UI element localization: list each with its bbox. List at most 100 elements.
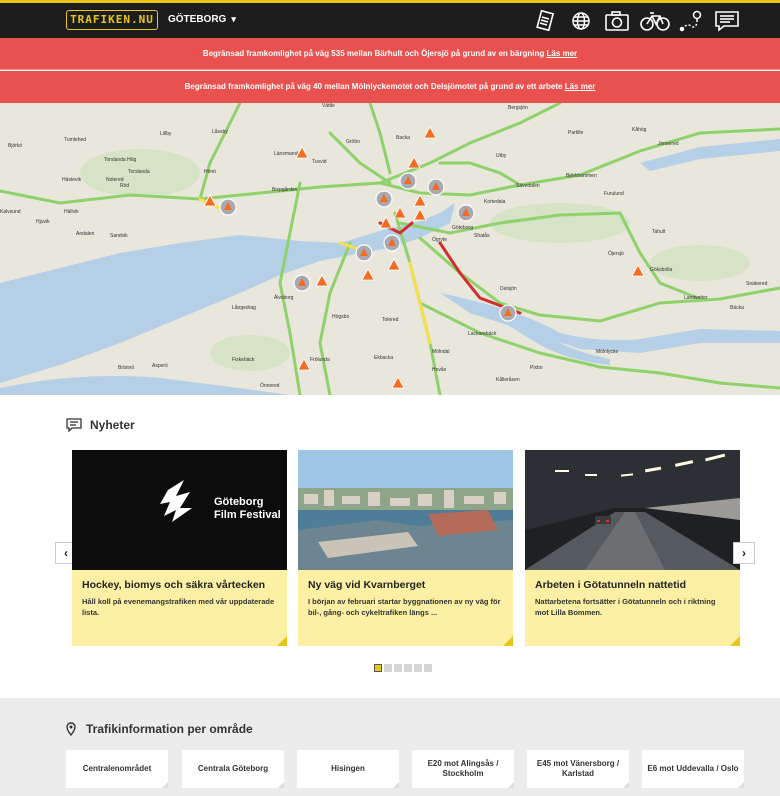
- area-button-centrala-goteborg[interactable]: Centrala Göteborg: [182, 750, 284, 788]
- area-label: E6 mot Uddevalla / Oslo: [647, 764, 739, 773]
- svg-text:Bispgården: Bispgården: [272, 186, 298, 193]
- area-label: E45 mot Vänersborg / Karlstad: [536, 759, 620, 778]
- svg-text:Ekbacka: Ekbacka: [374, 355, 393, 361]
- area-button-centralen[interactable]: Centralenområdet: [66, 750, 168, 788]
- camera-icon[interactable]: [604, 9, 630, 33]
- area-label: Centralenområdet: [82, 764, 152, 773]
- svg-text:Shatås: Shatås: [474, 232, 490, 239]
- svg-text:Torslanda: Torslanda: [128, 169, 150, 175]
- logo-text-line-2: Film Festival: [214, 509, 281, 521]
- svg-text:Vättle: Vättle: [322, 103, 335, 109]
- area-button-e6[interactable]: E6 mot Uddevalla / Oslo: [642, 750, 744, 788]
- svg-text:Bäcka: Bäcka: [730, 305, 744, 311]
- svg-text:Tahult: Tahult: [652, 229, 666, 235]
- news-title[interactable]: Ny väg vid Kvarnberget: [308, 579, 425, 591]
- svg-text:Högsbo: Högsbo: [332, 314, 349, 320]
- traffic-info-heading-label: Trafikinformation per område: [86, 722, 253, 736]
- news-card[interactable]: Göteborg Film Festival Hockey, biomys oc…: [72, 450, 287, 646]
- svg-text:Delsjön: Delsjön: [500, 286, 517, 292]
- svg-text:Snäkered: Snäkered: [746, 281, 768, 287]
- news-image: Göteborg Film Festival: [72, 450, 287, 570]
- logo[interactable]: TRAFIKEN.NU: [66, 10, 158, 30]
- news-card[interactable]: Ny väg vid Kvarnberget I början av febru…: [298, 450, 513, 646]
- svg-text:Björkhammen: Björkhammen: [566, 173, 597, 179]
- route-icon[interactable]: [678, 9, 704, 33]
- card-corner: [277, 636, 287, 646]
- news-image: [298, 450, 513, 570]
- svg-text:Göksbolla: Göksbolla: [650, 267, 672, 273]
- carousel-dot[interactable]: [394, 664, 402, 672]
- svg-text:Låssby: Låssby: [212, 128, 228, 135]
- news-excerpt: I början av februari startar byggnatione…: [308, 597, 501, 617]
- svg-text:Lackarebäck: Lackarebäck: [468, 331, 497, 337]
- carousel-dot[interactable]: [384, 664, 392, 672]
- news-card[interactable]: Arbeten i Götatunneln nattetid Nattarbet…: [525, 450, 740, 646]
- carousel-dot[interactable]: [414, 664, 422, 672]
- ticket-icon[interactable]: [532, 9, 558, 33]
- svg-text:Kortedala: Kortedala: [484, 199, 506, 205]
- svg-text:Partille: Partille: [568, 130, 584, 136]
- svg-text:Lillby: Lillby: [160, 131, 172, 137]
- alert-text: Begränsad framkomlighet på väg 535 mella…: [202, 49, 545, 58]
- read-more-link[interactable]: Läs mer: [565, 82, 596, 91]
- traffic-info-section: Trafikinformation per område Centralenom…: [0, 698, 780, 796]
- svg-text:Mölnlycke: Mölnlycke: [596, 349, 618, 355]
- chevron-down-icon: ▾: [231, 14, 236, 24]
- news-excerpt: Håll koll på evenemangstrafiken med vår …: [82, 597, 275, 617]
- logo-text-line-1: Göteborg: [214, 496, 264, 508]
- location-pin-icon: [66, 722, 76, 736]
- globe-icon[interactable]: [568, 9, 594, 33]
- svg-text:Hönö: Hönö: [204, 169, 216, 175]
- svg-text:Andalen: Andalen: [76, 231, 95, 237]
- svg-text:Hovås: Hovås: [432, 366, 447, 373]
- carousel-dot[interactable]: [424, 664, 432, 672]
- svg-text:Hällvik: Hällvik: [64, 209, 79, 215]
- carousel-next-button[interactable]: ›: [733, 542, 755, 564]
- area-button-e45[interactable]: E45 mot Vänersborg / Karlstad: [527, 750, 629, 788]
- news-title[interactable]: Arbeten i Götatunneln nattetid: [535, 579, 686, 591]
- city-label: GÖTEBORG: [168, 14, 227, 25]
- svg-text:Mölndal: Mölndal: [432, 349, 450, 355]
- traffic-info-heading: Trafikinformation per område: [66, 722, 253, 736]
- message-icon[interactable]: [714, 9, 740, 33]
- svg-text:Frölunda: Frölunda: [310, 357, 330, 363]
- svg-text:Tolered: Tolered: [382, 317, 399, 323]
- traffic-alert: Begränsad framkomlighet på väg 40 mellan…: [0, 71, 780, 103]
- svg-text:Gröbo: Gröbo: [346, 139, 360, 145]
- traffic-map[interactable]: Bergsjön Vättle Partille Kåhög Jonsered Tum…: [0, 103, 780, 395]
- news-title[interactable]: Hockey, biomys och säkra vårtecken: [82, 579, 265, 591]
- svg-text:Hästevik: Hästevik: [62, 177, 82, 183]
- svg-text:Älvsborg: Älvsborg: [274, 294, 294, 301]
- card-corner: [730, 636, 740, 646]
- svg-text:Sävedalen: Sävedalen: [516, 183, 540, 189]
- area-label: Centrala Göteborg: [197, 764, 269, 773]
- read-more-link[interactable]: Läs mer: [546, 49, 577, 58]
- svg-text:Landvetter: Landvetter: [684, 295, 708, 301]
- svg-text:Tumlehed: Tumlehed: [64, 137, 86, 143]
- news-heading: Nyheter: [66, 418, 135, 432]
- svg-text:Utby: Utby: [496, 153, 507, 159]
- svg-text:Kålleråsen: Kålleråsen: [496, 376, 520, 383]
- svg-text:Brännö: Brännö: [118, 365, 134, 371]
- svg-text:Kåhög: Kåhög: [632, 126, 647, 133]
- carousel-dot[interactable]: [374, 664, 382, 672]
- area-button-e20[interactable]: E20 mot Alingsås / Stockholm: [412, 750, 514, 788]
- svg-text:Torslanda Hög: Torslanda Hög: [104, 157, 136, 163]
- svg-text:Jonsered: Jonsered: [658, 141, 679, 147]
- area-button-hisingen[interactable]: Hisingen: [297, 750, 399, 788]
- svg-text:Pixbo: Pixbo: [530, 365, 543, 371]
- svg-text:Fiskebäck: Fiskebäck: [232, 357, 255, 363]
- svg-text:Göteborg: Göteborg: [452, 225, 473, 231]
- svg-text:Kalvsund: Kalvsund: [0, 209, 21, 215]
- news-excerpt: Nattarbetena fortsätter i Götatunneln oc…: [535, 597, 716, 617]
- map-canvas[interactable]: Bergsjön Vättle Partille Kåhög Jonsered Tum…: [0, 103, 780, 395]
- svg-text:Tuvvid: Tuvvid: [312, 159, 327, 165]
- carousel-dot[interactable]: [404, 664, 412, 672]
- svg-text:Asperö: Asperö: [152, 363, 168, 369]
- svg-text:Backa: Backa: [396, 135, 410, 141]
- city-selector[interactable]: GÖTEBORG ▾: [168, 14, 236, 25]
- news-heading-label: Nyheter: [90, 418, 135, 432]
- bicycle-icon[interactable]: [640, 9, 670, 33]
- svg-text:Furulund: Furulund: [604, 191, 624, 197]
- card-corner: [503, 636, 513, 646]
